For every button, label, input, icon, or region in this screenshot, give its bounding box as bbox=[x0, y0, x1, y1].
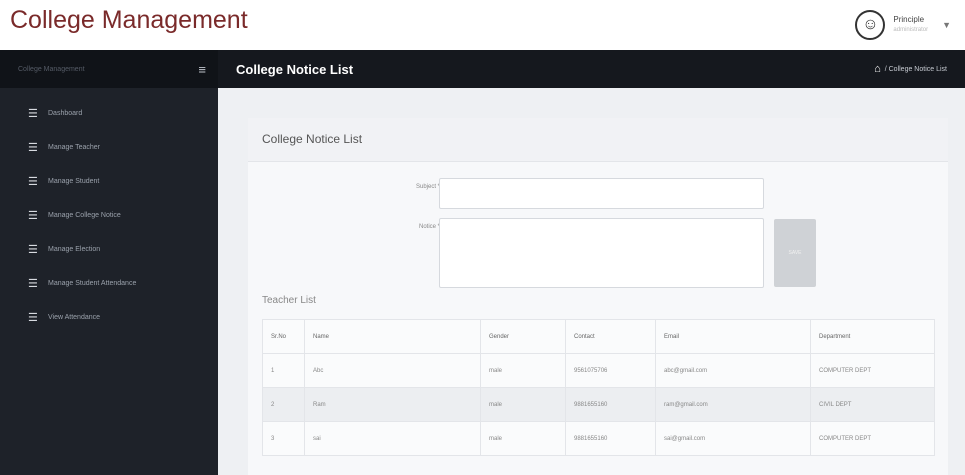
app-title: College Management bbox=[10, 6, 248, 34]
menu-icon: ☰ bbox=[28, 243, 38, 256]
home-icon[interactable]: ⌂ bbox=[874, 63, 881, 75]
table-cell: Abc bbox=[304, 353, 481, 388]
menu-icon: ☰ bbox=[28, 277, 38, 290]
page-header: College Notice List ⌂ / College Notice L… bbox=[218, 50, 965, 88]
table-cell: ram@gmail.com bbox=[655, 387, 811, 422]
notice-label: Notice * bbox=[418, 224, 440, 230]
user-name: Principle bbox=[893, 15, 925, 24]
sidebar-item-label: Dashboard bbox=[48, 109, 83, 117]
column-header: Name bbox=[304, 319, 481, 354]
table-cell: male bbox=[480, 387, 566, 422]
chevron-down-icon[interactable]: ▼ bbox=[942, 20, 951, 30]
content-area: College Notice List Subject * Notice * S… bbox=[218, 88, 965, 475]
user-circle-icon[interactable]: ☺ bbox=[855, 10, 886, 40]
table-cell: 9881655160 bbox=[565, 421, 656, 456]
column-header: Contact bbox=[565, 319, 656, 354]
teacher-table: Sr.No Name Gender Contact Email Departme… bbox=[262, 319, 935, 456]
top-bar: College Management ☺ Principle administr… bbox=[0, 0, 965, 50]
sidebar-header: College Management ≡ bbox=[0, 50, 218, 88]
notice-textarea[interactable] bbox=[439, 218, 764, 288]
table-cell: 2 bbox=[262, 387, 305, 422]
sidebar-item-dashboard[interactable]: ☰ Dashboard bbox=[0, 96, 218, 130]
table-cell: 9561075706 bbox=[565, 353, 656, 388]
sidebar-item-label: Manage Teacher bbox=[48, 143, 101, 151]
menu-icon: ☰ bbox=[28, 311, 38, 324]
table-cell: abc@gmail.com bbox=[655, 353, 811, 388]
table-header-row: Sr.No Name Gender Contact Email Departme… bbox=[262, 319, 935, 354]
sidebar-item-manage-college-notice[interactable]: ☰ Manage College Notice bbox=[0, 198, 218, 232]
table-cell: COMPUTER DEPT bbox=[810, 353, 935, 388]
sidebar-item-manage-election[interactable]: ☰ Manage Election bbox=[0, 232, 218, 266]
sidebar-item-manage-student[interactable]: ☰ Manage Student bbox=[0, 164, 218, 198]
table-cell: male bbox=[480, 421, 566, 456]
table-cell: 3 bbox=[262, 421, 305, 456]
breadcrumb: ⌂ / College Notice List bbox=[874, 63, 947, 75]
table-cell: sai@gmail.com bbox=[655, 421, 811, 456]
subject-input[interactable] bbox=[439, 178, 764, 209]
sidebar-item-view-attendance[interactable]: ☰ View Attendance bbox=[0, 300, 218, 334]
column-header: Email bbox=[655, 319, 811, 354]
save-button[interactable]: SAVE bbox=[774, 219, 816, 287]
card-title: College Notice List bbox=[248, 118, 948, 162]
sidebar-item-manage-teacher[interactable]: ☰ Manage Teacher bbox=[0, 130, 218, 164]
notice-card: College Notice List Subject * Notice * S… bbox=[248, 118, 948, 475]
column-header: Sr.No bbox=[262, 319, 305, 354]
sidebar-item-label: Manage College Notice bbox=[48, 211, 121, 219]
column-header: Department bbox=[810, 319, 935, 354]
menu-icon: ☰ bbox=[28, 141, 38, 154]
sidebar: College Management ≡ ☰ Dashboard ☰ Manag… bbox=[0, 50, 218, 475]
menu-toggle-icon[interactable]: ≡ bbox=[198, 62, 206, 77]
sidebar-app-label: College Management bbox=[18, 65, 85, 73]
table-cell: male bbox=[480, 353, 566, 388]
table-row: 1 Abc male 9561075706 abc@gmail.com COMP… bbox=[262, 353, 935, 388]
menu-icon: ☰ bbox=[28, 209, 38, 222]
column-header: Gender bbox=[480, 319, 566, 354]
teacher-list-title: Teacher List bbox=[262, 295, 316, 306]
table-cell: COMPUTER DEPT bbox=[810, 421, 935, 456]
sidebar-item-label: Manage Student bbox=[48, 177, 100, 185]
menu-icon: ☰ bbox=[28, 107, 38, 120]
page-title: College Notice List bbox=[236, 61, 354, 77]
menu-icon: ☰ bbox=[28, 175, 38, 188]
table-cell: Ram bbox=[304, 387, 481, 422]
breadcrumb-label[interactable]: / College Notice List bbox=[885, 66, 947, 73]
table-cell: 9881655160 bbox=[565, 387, 656, 422]
table-cell: sai bbox=[304, 421, 481, 456]
sidebar-item-label: View Attendance bbox=[48, 313, 101, 321]
sidebar-item-label: Manage Election bbox=[48, 245, 101, 253]
subject-label: Subject * bbox=[415, 184, 440, 190]
user-menu[interactable]: ☺ Principle administrator ▼ bbox=[855, 10, 951, 40]
table-cell: 1 bbox=[262, 353, 305, 388]
table-row: 3 sai male 9881655160 sai@gmail.com COMP… bbox=[262, 421, 935, 456]
table-row: 2 Ram male 9881655160 ram@gmail.com CIVI… bbox=[262, 387, 935, 422]
sidebar-item-label: Manage Student Attendance bbox=[48, 279, 137, 287]
user-role: administrator bbox=[893, 27, 929, 33]
sidebar-item-manage-student-attendance[interactable]: ☰ Manage Student Attendance bbox=[0, 266, 218, 300]
table-cell: CIVIL DEPT bbox=[810, 387, 935, 422]
